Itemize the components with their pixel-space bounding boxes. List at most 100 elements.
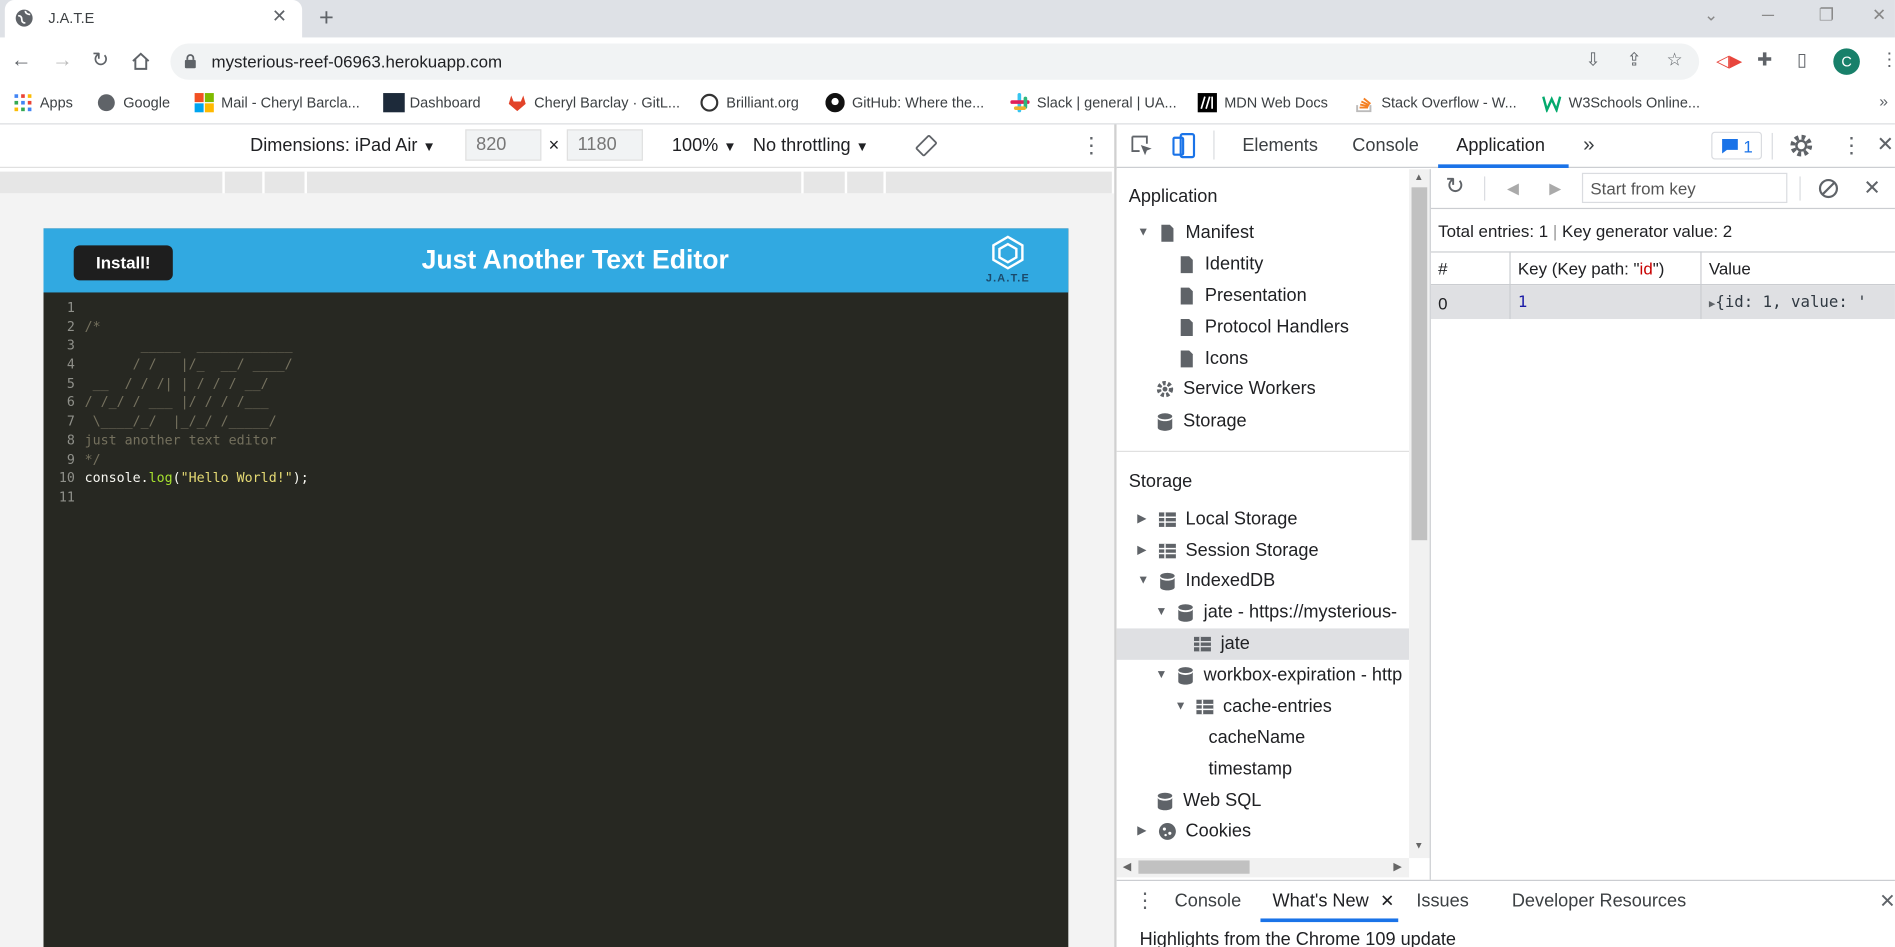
column-key[interactable]: Key (Key path: "id"): [1518, 259, 1665, 278]
puzzle-icon[interactable]: ✚: [1757, 51, 1772, 69]
dimensions-select[interactable]: Dimensions: iPad Air ▼: [250, 135, 435, 156]
sidebar-item-protocol-handlers[interactable]: Protocol Handlers: [1177, 317, 1349, 337]
bookmark-stackoverflow[interactable]: Stack Overflow - W...: [1355, 93, 1517, 113]
sidebar-item-cookies[interactable]: ▶ Cookies: [1137, 821, 1251, 842]
file-icon: [1180, 318, 1193, 336]
start-from-key-input[interactable]: Start from key: [1581, 172, 1788, 204]
side-panel-icon[interactable]: ▯: [1797, 51, 1807, 69]
rotate-icon[interactable]: [915, 134, 938, 157]
close-window-icon[interactable]: ✕: [1872, 6, 1886, 23]
height-input[interactable]: 1180: [566, 129, 643, 161]
sidebar-item-workbox-db[interactable]: ▼ workbox-expiration - http: [1155, 665, 1402, 686]
section-application: Application: [1128, 186, 1218, 207]
delete-selected-icon[interactable]: ✕: [1864, 176, 1881, 200]
ruler-divider: [801, 171, 804, 194]
gear-icon[interactable]: [1789, 133, 1814, 158]
tab-application[interactable]: Application: [1456, 135, 1545, 156]
lock-icon[interactable]: [184, 53, 197, 69]
column-value[interactable]: Value: [1709, 259, 1751, 278]
bookmark-dashboard[interactable]: Dashboard: [383, 93, 481, 113]
bookmark-mdn[interactable]: MDN Web Docs: [1197, 93, 1328, 113]
avatar[interactable]: C: [1833, 48, 1860, 75]
scroll-up-icon[interactable]: ▲: [1414, 172, 1424, 183]
sidebar-item-cachename[interactable]: cacheName: [1209, 728, 1306, 749]
tab-search-icon[interactable]: ⌄: [1704, 6, 1718, 23]
bookmark-google[interactable]: Google: [97, 93, 170, 112]
new-tab-icon[interactable]: +: [319, 5, 334, 30]
tab-console[interactable]: Console: [1352, 135, 1419, 156]
zoom-select[interactable]: 100% ▼: [672, 135, 737, 156]
close-tab-icon[interactable]: ✕: [272, 7, 287, 25]
tab-elements[interactable]: Elements: [1242, 135, 1318, 156]
forward-icon[interactable]: →: [52, 50, 73, 71]
drawer-tab-console[interactable]: Console: [1175, 891, 1242, 912]
sidebar-item-cache-entries[interactable]: ▼ cache-entries: [1175, 696, 1332, 717]
clear-store-icon[interactable]: [1818, 178, 1840, 200]
more-bookmarks-icon[interactable]: »: [1879, 92, 1888, 110]
sidebar-item-session-storage[interactable]: ▶ Session Storage: [1137, 540, 1318, 561]
bookmark-mail[interactable]: Mail - Cheryl Barcla...: [194, 93, 360, 113]
more-tabs-icon[interactable]: »: [1583, 133, 1594, 157]
bookmark-slack[interactable]: Slack | general | UA...: [1010, 93, 1177, 113]
bookmark-gitlab[interactable]: Cheryl Barclay · GitL...: [508, 93, 680, 112]
sidebar-item-local-storage[interactable]: ▶ Local Storage: [1137, 509, 1297, 530]
mdn-icon: [1197, 93, 1217, 113]
inspect-icon[interactable]: [1130, 134, 1154, 158]
bookmark-w3schools[interactable]: W3Schools Online...: [1542, 93, 1700, 113]
scrollbar-thumb[interactable]: [1411, 187, 1428, 541]
scroll-right-icon[interactable]: ▶: [1393, 860, 1401, 873]
scroll-left-icon[interactable]: ◀: [1123, 860, 1131, 873]
extension-icon[interactable]: ◁▶: [1716, 51, 1742, 72]
sidebar-item-manifest[interactable]: ▼ Manifest: [1137, 222, 1254, 243]
home-icon[interactable]: [131, 51, 152, 72]
bookmark-github[interactable]: GitHub: Where the...: [825, 93, 984, 113]
scroll-down-icon[interactable]: ▼: [1414, 840, 1424, 851]
previous-page-icon[interactable]: ◀: [1507, 179, 1519, 198]
sidebar-item-storage[interactable]: Storage: [1155, 411, 1247, 431]
back-icon[interactable]: ←: [11, 50, 32, 71]
close-drawer-tab-icon[interactable]: ✕: [1380, 891, 1394, 912]
sidebar-item-jate-db[interactable]: ▼ jate - https://mysterious-: [1155, 602, 1397, 623]
summary-separator: |: [1552, 221, 1558, 241]
sidebar-item-identity[interactable]: Identity: [1177, 254, 1263, 274]
sidebar-item-timestamp[interactable]: timestamp: [1209, 759, 1293, 780]
sidebar-item-web-sql[interactable]: Web SQL: [1155, 790, 1261, 811]
issues-badge[interactable]: 1: [1711, 131, 1762, 160]
scrollbar-thumb[interactable]: [1138, 860, 1250, 874]
drawer-tab-whats-new[interactable]: What's New: [1273, 891, 1369, 912]
drawer-tab-issues[interactable]: Issues: [1416, 891, 1468, 912]
ruler-divider: [844, 171, 848, 194]
share-icon[interactable]: ⇪: [1627, 51, 1642, 69]
device-toggle-icon[interactable]: [1172, 133, 1196, 160]
bookmark-apps[interactable]: Apps: [13, 93, 73, 112]
next-page-icon[interactable]: ▶: [1549, 179, 1561, 198]
device-more-icon[interactable]: ⋮: [1080, 133, 1102, 158]
media-query-ruler[interactable]: [0, 171, 1112, 194]
menu-icon[interactable]: ⋮: [1880, 51, 1895, 69]
drawer-tab-developer-resources[interactable]: Developer Resources: [1512, 891, 1686, 912]
url-text[interactable]: mysterious-reef-06963.herokuapp.com: [211, 52, 502, 71]
minimize-icon[interactable]: ─: [1762, 6, 1774, 23]
column-num[interactable]: #: [1438, 259, 1447, 278]
sidebar-item-jate-store[interactable]: jate: [1193, 633, 1250, 654]
install-app-icon[interactable]: ⇩: [1586, 51, 1601, 69]
message-icon: [1721, 138, 1738, 153]
row-value[interactable]: ▶{id: 1, value: ': [1709, 294, 1867, 312]
width-input[interactable]: 820: [465, 129, 542, 161]
refresh-icon[interactable]: ↻: [1445, 175, 1464, 198]
close-drawer-icon[interactable]: ✕: [1879, 889, 1895, 913]
drawer-menu-icon[interactable]: ⋮: [1135, 889, 1156, 913]
sidebar-item-icons[interactable]: Icons: [1177, 348, 1248, 369]
bookmark-star-icon[interactable]: ☆: [1667, 51, 1683, 69]
reload-icon[interactable]: ↻: [92, 50, 109, 71]
sidebar-item-indexeddb[interactable]: ▼ IndexedDB: [1137, 570, 1275, 591]
devtools-menu-icon[interactable]: ⋮: [1841, 133, 1863, 158]
restore-icon[interactable]: ❐: [1819, 6, 1834, 23]
column-divider: [1700, 251, 1702, 320]
sidebar-item-service-workers[interactable]: Service Workers: [1155, 378, 1316, 399]
throttling-select[interactable]: No throttling ▼: [753, 135, 869, 156]
sidebar-item-presentation[interactable]: Presentation: [1177, 285, 1307, 306]
code-editor[interactable]: 1 2/* 3 _____ ____________ 4 / / |/_ __/…: [48, 298, 1063, 507]
bookmark-brilliant[interactable]: Brilliant.org: [700, 93, 799, 112]
close-devtools-icon[interactable]: ✕: [1877, 133, 1894, 157]
